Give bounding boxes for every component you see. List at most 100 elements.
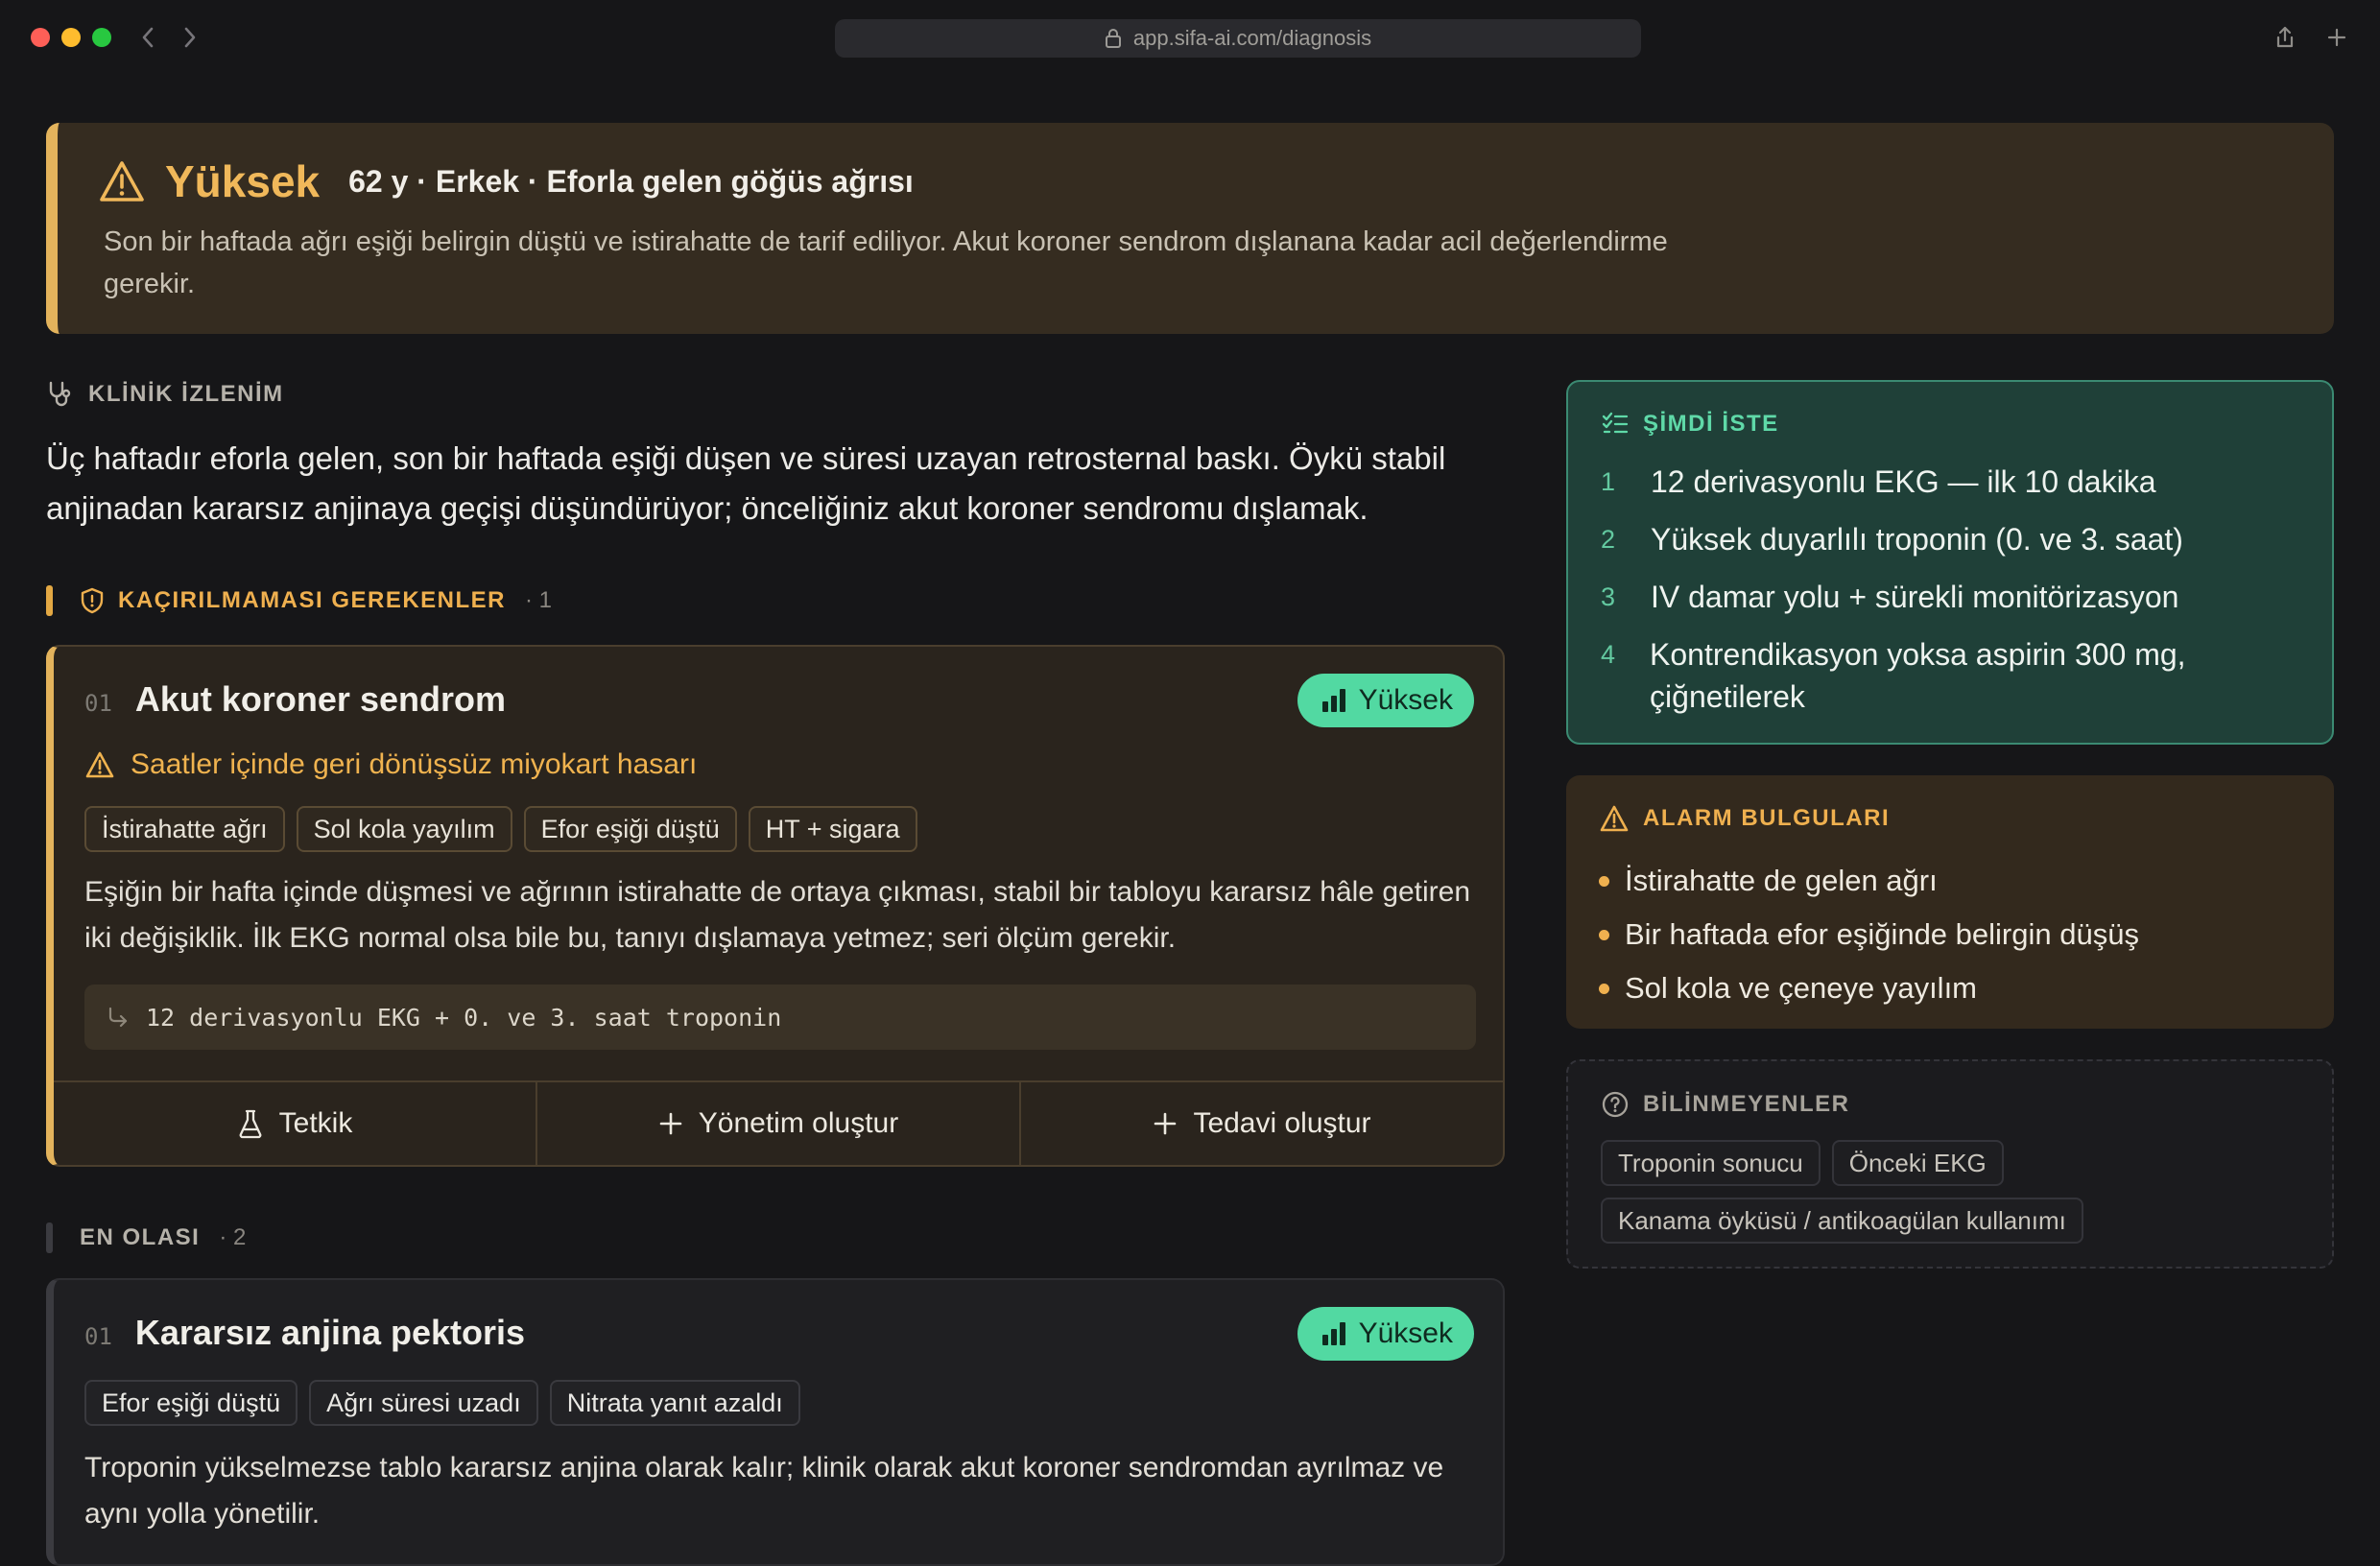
signal-bars-icon (1321, 1322, 1345, 1345)
alarm-list: İstirahatte de gelen ağrı Bir haftada ef… (1599, 854, 2139, 1015)
item-number: 1 (1601, 467, 1616, 496)
finding-chip: Ağrı süresi uzadı (309, 1380, 538, 1426)
section-accent-bar (46, 585, 53, 616)
item-text: Bir haftada efor eşiğinde belirgin düşüş (1625, 917, 2139, 951)
panel-header: ŞİMDİ İSTE (1601, 411, 1779, 438)
diagnosis-explanation: Troponin yükselmezse tablo kararsız anji… (84, 1452, 1444, 1530)
order-test-button[interactable]: Tetkik (54, 1082, 537, 1165)
help-circle-icon (1602, 1091, 1629, 1118)
bullet-dot (1599, 929, 1609, 940)
likelihood-label: Yüksek (1358, 1317, 1453, 1349)
list-item: 4 Kontrendikasyon yoksa aspirin 300 mg, … (1601, 633, 2292, 718)
do-now-panel: ŞİMDİ İSTE 1 12 derivasyonlu EKG — ilk 1… (1566, 380, 2334, 745)
card-header: 01 Kararsız anjina pektoris (84, 1313, 525, 1353)
banner-title-row: Yüksek 62 y · Erkek · Eforla gelen göğüs… (98, 155, 914, 207)
panel-label: ŞİMDİ İSTE (1643, 411, 1779, 437)
alarm-findings-panel: ALARM BULGULARI İstirahatte de gelen ağr… (1566, 775, 2334, 1029)
item-number: 2 (1601, 525, 1616, 554)
finding-chip: İstirahatte ağrı (84, 806, 285, 852)
list-item: 2 Yüksek duyarlılı troponin (0. ve 3. sa… (1601, 518, 2292, 560)
list-item: Sol kola ve çeneye yayılım (1599, 961, 2139, 1015)
next-step-text: 12 derivasyonlu EKG + 0. ve 3. saat trop… (146, 1003, 782, 1032)
warning-icon (1600, 805, 1629, 832)
finding-chip: HT + sigara (748, 806, 917, 852)
bullet-dot (1599, 983, 1609, 994)
shield-alert-icon (81, 587, 104, 614)
action-label: Yönetim oluştur (698, 1107, 899, 1139)
card-actions: Tetkik Yönetim oluştur Tedavi oluştur (54, 1080, 1503, 1165)
most-likely-header: EN OLASI · 2 (46, 1222, 246, 1253)
diagnosis-explanation: Eşiğin bir hafta içinde düşmesi ve ağrın… (84, 876, 1471, 954)
list-item: 1 12 derivasyonlu EKG — ilk 10 dakika (1601, 461, 2292, 503)
finding-chip: Efor eşiği düştü (523, 806, 737, 852)
likelihood-badge: Yüksek (1297, 1307, 1474, 1361)
card-number: 01 (84, 1323, 112, 1350)
action-label: Tedavi oluştur (1193, 1107, 1371, 1139)
address-bar[interactable]: app.sifa-ai.com/diagnosis (835, 19, 1641, 58)
unknowns-panel: BİLİNMEYENLER Troponin sonucu Önceki EKG… (1566, 1059, 2334, 1269)
minimize-window-button[interactable] (61, 28, 81, 47)
list-item: İstirahatte de gelen ağrı (1599, 854, 2139, 908)
next-step: 12 derivasyonlu EKG + 0. ve 3. saat trop… (84, 985, 1476, 1050)
panel-header: BİLİNMEYENLER (1601, 1090, 1850, 1119)
likelihood-badge: Yüksek (1297, 674, 1474, 727)
item-text: IV damar yolu + sürekli monitörizasyon (1651, 580, 2179, 614)
lock-icon (1105, 29, 1121, 48)
chevron-right-icon (184, 27, 196, 48)
section-count: · 1 (525, 587, 553, 613)
share-button[interactable] (2271, 23, 2299, 52)
close-window-button[interactable] (31, 28, 50, 47)
back-button[interactable] (134, 23, 161, 52)
bullet-dot (1599, 875, 1609, 887)
warning-icon (100, 161, 144, 202)
section-accent-bar (46, 1222, 53, 1253)
clinical-impression-header: KLİNİK İZLENİM (46, 380, 284, 409)
banner-description: Son bir haftada ağrı eşiği belirgin düşt… (104, 226, 1668, 299)
panel-header: ALARM BULGULARI (1599, 804, 1890, 833)
card-number: 01 (84, 690, 112, 717)
section-label: EN OLASI (80, 1224, 201, 1250)
new-tab-button[interactable] (2322, 23, 2351, 52)
unknown-chips: Troponin sonucu Önceki EKG Kanama öyküsü… (1601, 1140, 2292, 1244)
item-number: 3 (1601, 582, 1616, 611)
unknown-chip: Önceki EKG (1831, 1140, 2004, 1186)
stethoscope-icon (49, 381, 71, 407)
create-management-button[interactable]: Yönetim oluştur (537, 1082, 1021, 1165)
unknown-chip: Troponin sonucu (1601, 1140, 1821, 1186)
item-text: İstirahatte de gelen ağrı (1625, 864, 1938, 897)
clinical-impression-text: Üç haftadır eforla gelen, son bir haftad… (46, 440, 1446, 526)
warning-icon (85, 751, 114, 778)
risk-statement: Saatler içinde geri dönüşsüz miyokart ha… (84, 748, 697, 781)
likelihood-label: Yüksek (1358, 684, 1453, 716)
plus-icon (2327, 28, 2346, 47)
risk-text: Saatler içinde geri dönüşsüz miyokart ha… (131, 748, 698, 780)
item-text: 12 derivasyonlu EKG — ilk 10 dakika (1651, 464, 2156, 499)
panel-label: BİLİNMEYENLER (1643, 1091, 1850, 1117)
diagnosis-title: Akut koroner sendrom (134, 679, 506, 719)
finding-chip: Sol kola yayılım (296, 806, 512, 852)
plus-icon (1154, 1112, 1177, 1135)
plus-icon (659, 1112, 682, 1135)
chevron-left-icon (142, 27, 154, 48)
must-not-miss-header: KAÇIRILMAMASI GEREKENLER · 1 (46, 585, 552, 616)
urgency-level: Yüksek (165, 156, 321, 206)
create-treatment-button[interactable]: Tedavi oluştur (1021, 1082, 1503, 1165)
diagnosis-card[interactable]: 01 Kararsız anjina pektoris Yüksek Efor … (46, 1278, 1505, 1566)
checklist-icon (1602, 412, 1629, 434)
diagnosis-title: Kararsız anjina pektoris (134, 1313, 526, 1352)
action-label: Tetkik (278, 1107, 353, 1139)
signal-bars-icon (1321, 689, 1345, 712)
forward-button[interactable] (177, 23, 203, 52)
finding-chip: Nitrata yanıt azaldı (549, 1380, 800, 1426)
triage-banner: Yüksek 62 y · Erkek · Eforla gelen göğüs… (46, 123, 2334, 334)
maximize-window-button[interactable] (92, 28, 111, 47)
item-text: Yüksek duyarlılı troponin (0. ve 3. saat… (1651, 522, 2183, 557)
item-number: 4 (1601, 640, 1616, 669)
flask-icon (239, 1109, 262, 1139)
finding-chips: Efor eşiği düştü Ağrı süresi uzadı Nitra… (84, 1380, 800, 1426)
do-now-list: 1 12 derivasyonlu EKG — ilk 10 dakika 2 … (1601, 461, 2292, 733)
share-icon (2276, 26, 2294, 48)
diagnosis-card[interactable]: 01 Akut koroner sendrom Yüksek Saatler i… (46, 645, 1505, 1167)
finding-chip: Efor eşiği düştü (84, 1380, 298, 1426)
list-item: 3 IV damar yolu + sürekli monitörizasyon (1601, 576, 2292, 618)
